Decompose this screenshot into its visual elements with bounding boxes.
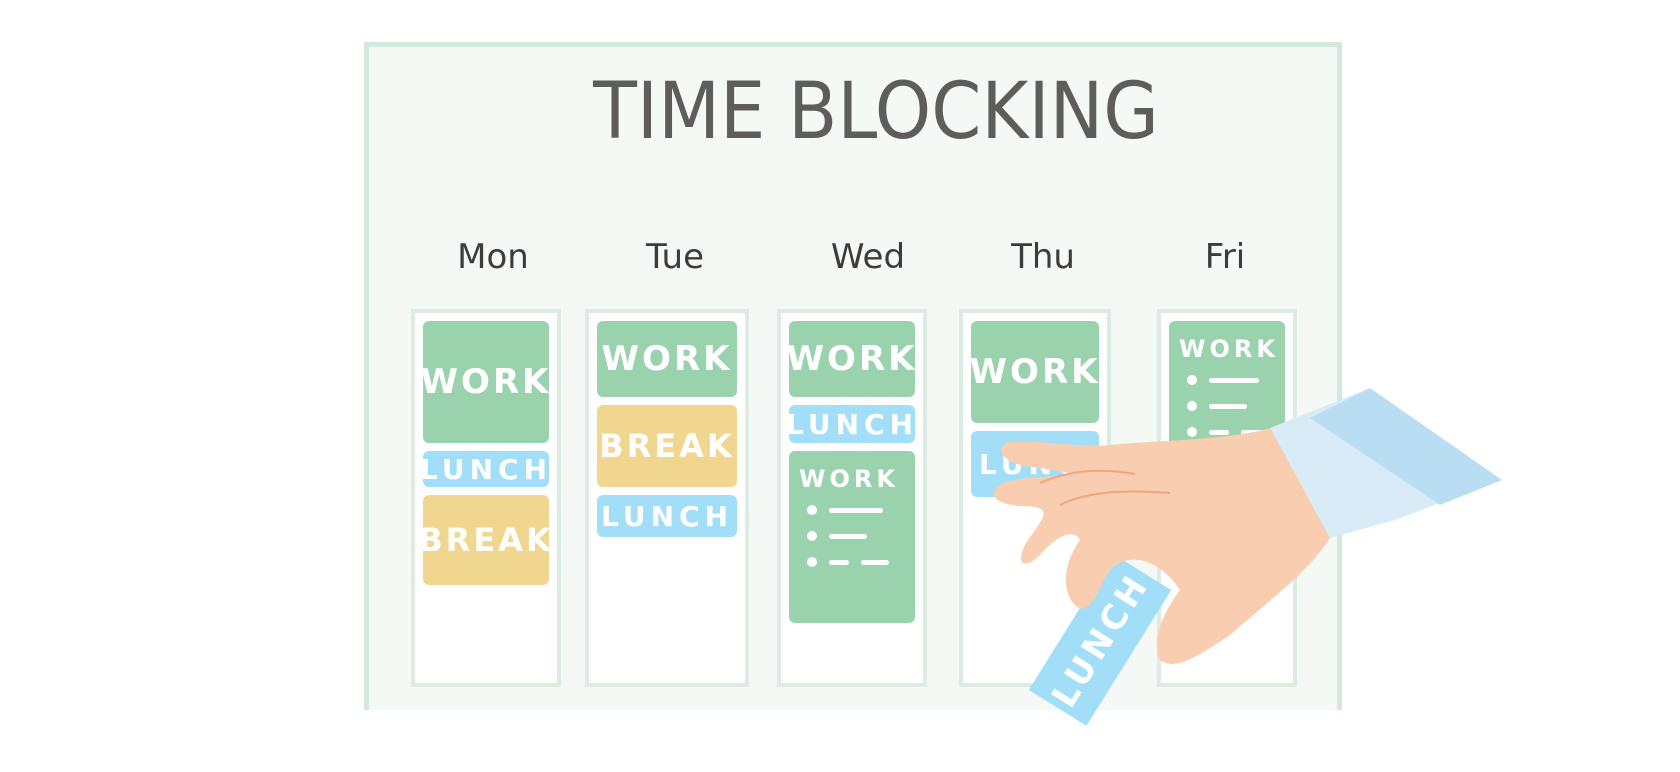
day-column-fri: WORK — [1157, 309, 1297, 687]
line — [1209, 429, 1229, 435]
bullet-icon — [807, 531, 817, 541]
day-label-fri: Fri — [1204, 237, 1246, 277]
block-work-tasks[interactable]: WORK — [789, 451, 915, 623]
day-label-wed: Wed — [830, 237, 906, 277]
block-label: WORK — [1179, 335, 1279, 363]
line — [861, 559, 889, 565]
block-work[interactable]: WORK — [787, 321, 915, 397]
day-label-mon: Mon — [457, 237, 529, 277]
bullet-icon — [807, 505, 817, 515]
block-lunch[interactable]: LUNCH — [971, 431, 1106, 497]
board-title: TIME BLOCKING — [593, 67, 1159, 157]
time-blocking-board: TIME BLOCKING Mon Tue Wed Thu Fri WORK L… — [364, 42, 1342, 710]
block-work[interactable]: WORK — [421, 321, 549, 443]
day-label-tue: Tue — [645, 237, 705, 277]
task-line — [1187, 427, 1281, 437]
line — [829, 559, 849, 565]
task-line — [807, 505, 895, 515]
block-work-tasks[interactable]: WORK — [1169, 321, 1285, 481]
line — [829, 507, 883, 513]
bullet-icon — [1187, 401, 1197, 411]
block-lunch[interactable]: LUNCH — [786, 405, 915, 443]
block-lunch[interactable]: LUNCH — [420, 451, 549, 487]
block-label: WORK — [799, 465, 899, 493]
day-column-thu: WORK LUNCH — [959, 309, 1111, 687]
task-line — [1187, 375, 1271, 385]
line — [1209, 403, 1247, 409]
bullet-icon — [1187, 375, 1197, 385]
line — [1209, 377, 1259, 383]
task-line — [807, 531, 879, 541]
block-work[interactable]: WORK — [970, 321, 1099, 423]
task-line — [1187, 401, 1259, 411]
block-work[interactable]: WORK — [597, 321, 737, 397]
day-column-wed: WORK LUNCH WORK — [777, 309, 927, 687]
task-line — [807, 557, 901, 567]
bullet-icon — [807, 557, 817, 567]
block-break[interactable]: BREAK — [418, 495, 551, 585]
day-column-mon: WORK LUNCH BREAK — [411, 309, 561, 687]
block-break[interactable]: BREAK — [597, 405, 737, 487]
line — [829, 533, 867, 539]
day-column-tue: WORK BREAK LUNCH — [585, 309, 749, 687]
bullet-icon — [1187, 427, 1197, 437]
block-lunch[interactable]: LUNCH — [597, 495, 737, 537]
day-label-thu: Thu — [1011, 237, 1075, 277]
line — [1241, 429, 1269, 435]
